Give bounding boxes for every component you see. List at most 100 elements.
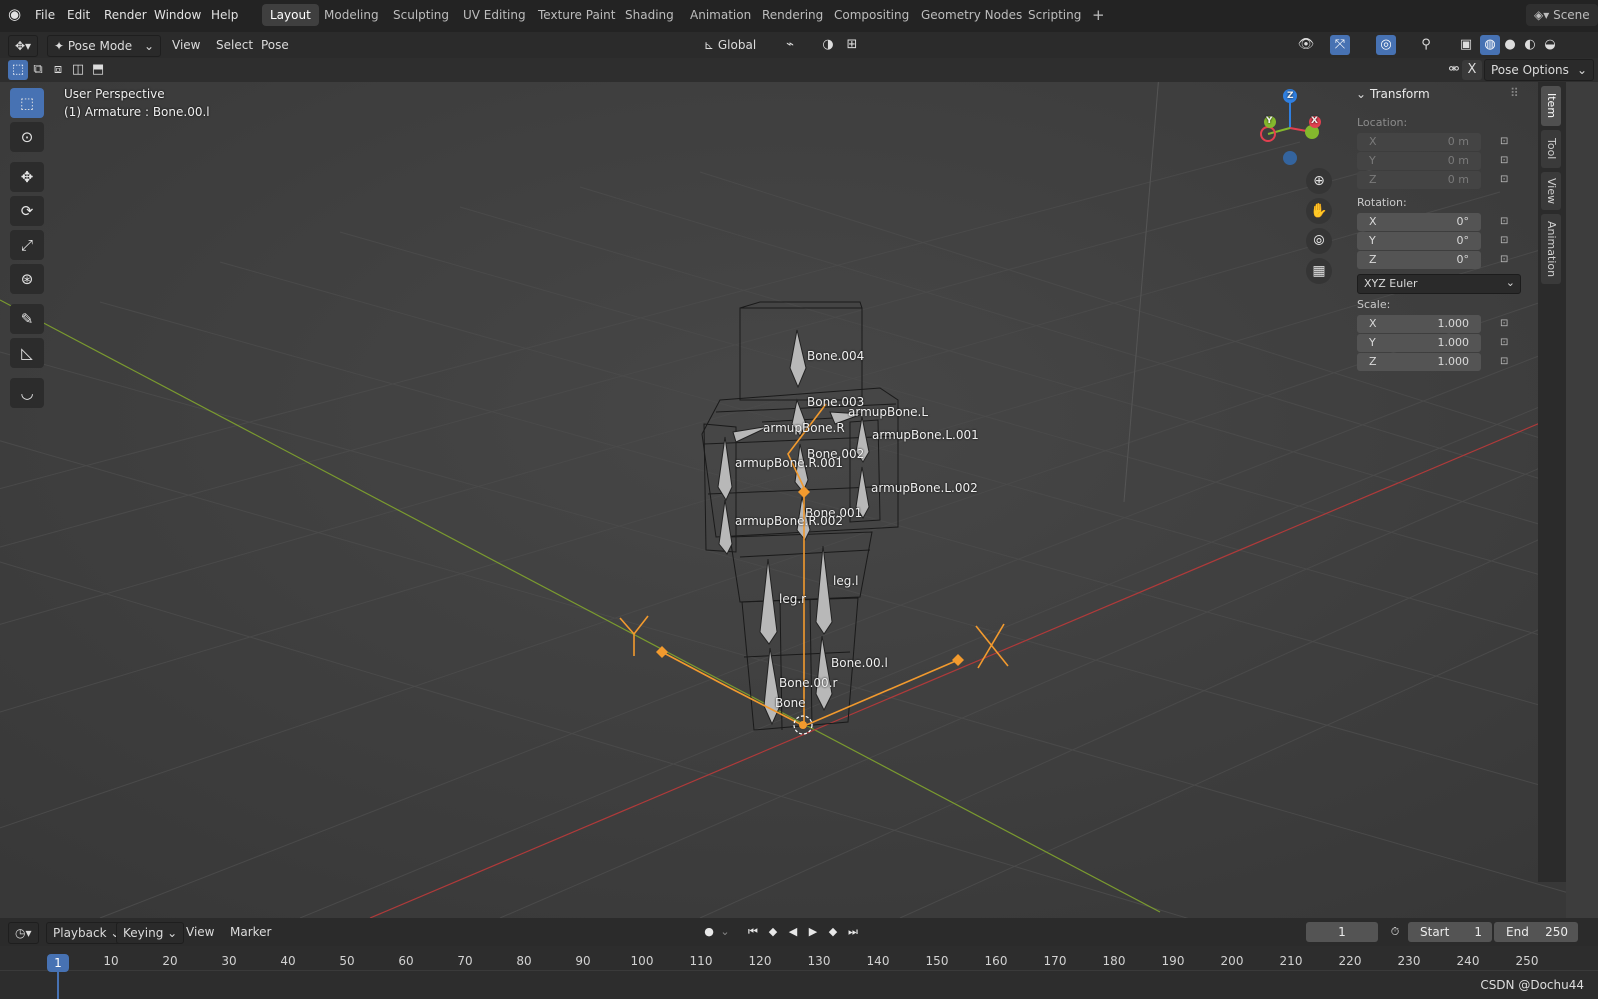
menu-render[interactable]: Render — [104, 8, 147, 22]
tab-scripting[interactable]: Scripting — [1020, 4, 1089, 26]
rendered-shading-icon[interactable]: ◒ — [1540, 35, 1560, 55]
select-box-icon[interactable]: ⬚ — [8, 60, 28, 80]
x-mirror-button[interactable]: X — [1462, 60, 1482, 80]
menu-edit[interactable]: Edit — [67, 8, 90, 22]
wireframe-shading-icon[interactable]: ◍ — [1480, 35, 1500, 55]
lock-icon[interactable]: ⊡ — [1500, 356, 1512, 368]
editor-type-icon[interactable]: ✥▾ — [8, 35, 39, 57]
rotation-x-field[interactable]: X 0° — [1357, 213, 1481, 231]
tab-sculpting[interactable]: Sculpting — [385, 4, 457, 26]
gizmo-toggle-icon[interactable]: ⤧ — [1330, 35, 1350, 55]
tab-texture-paint[interactable]: Texture Paint — [530, 4, 623, 26]
playhead-line[interactable] — [57, 972, 59, 999]
menu-window[interactable]: Window — [154, 8, 201, 22]
menu-pose[interactable]: Pose — [255, 35, 295, 55]
scale-tool-icon[interactable]: ⤢ — [10, 230, 44, 260]
tab-rendering[interactable]: Rendering — [754, 4, 831, 26]
select-subtract-icon[interactable]: ⧈ — [48, 60, 68, 80]
cursor-tool-icon[interactable]: ⊙ — [10, 122, 44, 152]
scale-x-field[interactable]: X 1.000 — [1357, 315, 1481, 333]
rotation-y-field[interactable]: Y 0° — [1357, 232, 1481, 250]
select-extend-icon[interactable]: ⧉ — [28, 60, 48, 80]
snap-target-icon[interactable]: ⊞ — [842, 35, 862, 55]
timeline-view-menu[interactable]: View — [180, 922, 220, 942]
tab-item[interactable]: Item — [1541, 86, 1561, 126]
pose-options-dropdown[interactable]: Pose Options ⌄ — [1484, 59, 1594, 81]
jump-end-icon[interactable]: ⏭ — [844, 923, 862, 941]
zoom-icon[interactable]: ⊕ — [1306, 168, 1332, 194]
tab-modeling[interactable]: Modeling — [316, 4, 387, 26]
pan-hand-icon[interactable]: ✋ — [1306, 198, 1332, 224]
scale-y-field[interactable]: Y 1.000 — [1357, 334, 1481, 352]
play-reverse-icon[interactable]: ◀ — [784, 923, 802, 941]
visibility-icon[interactable]: 👁 — [1296, 35, 1316, 55]
measure-tool-icon[interactable]: ◺ — [10, 338, 44, 368]
ortho-grid-icon[interactable]: ▦ — [1306, 258, 1332, 284]
scale-z-field[interactable]: Z 1.000 — [1357, 353, 1481, 371]
gizmo-y-label[interactable]: Y — [1266, 116, 1273, 126]
rotation-mode-dropdown[interactable]: XYZ Euler ⌄ — [1357, 274, 1521, 294]
camera-icon[interactable]: ⦾ — [1306, 228, 1332, 254]
drag-handle-icon[interactable]: ⠿ — [1510, 86, 1519, 100]
tab-view[interactable]: View — [1541, 172, 1561, 210]
bone-overlay-icon[interactable]: ⚲ — [1416, 35, 1436, 55]
play-icon[interactable]: ▶ — [804, 923, 822, 941]
tab-animation[interactable]: Animation — [682, 4, 759, 26]
lock-icon[interactable]: ⊡ — [1500, 337, 1512, 349]
xray-icon[interactable]: ▣ — [1456, 35, 1476, 55]
annotate-tool-icon[interactable]: ✎ — [10, 304, 44, 334]
pivot-icon[interactable]: ⌁ — [780, 35, 800, 55]
mode-dropdown[interactable]: ✦ Pose Mode ⌄ — [47, 35, 161, 57]
lock-icon[interactable]: ⊡ — [1500, 136, 1512, 148]
select-intersect-icon[interactable]: ⬒ — [88, 60, 108, 80]
location-z-field[interactable]: Z 0 m — [1357, 171, 1481, 189]
timeline-ruler[interactable]: 10 20 30 40 50 60 70 80 90 100 110 120 1… — [0, 946, 1598, 999]
gizmo-z-label[interactable]: Z — [1287, 91, 1294, 101]
menu-view[interactable]: View — [166, 35, 206, 55]
keying-menu[interactable]: Keying ⌄ — [116, 922, 185, 944]
location-x-field[interactable]: X 0 m — [1357, 133, 1481, 151]
move-tool-icon[interactable]: ✥ — [10, 162, 44, 192]
lock-icon[interactable]: ⊡ — [1500, 155, 1512, 167]
collapse-chevron-icon[interactable]: ⌄ — [1356, 87, 1366, 101]
overlay-toggle-icon[interactable]: ◎ — [1376, 35, 1396, 55]
tab-tool[interactable]: Tool — [1541, 130, 1561, 168]
timeline-editor-icon[interactable]: ◷▾ — [8, 922, 39, 944]
transform-tool-icon[interactable]: ⊛ — [10, 264, 44, 294]
stopwatch-icon[interactable]: ⏱ — [1386, 923, 1404, 941]
playhead-label[interactable]: 1 — [47, 954, 69, 972]
relax-pose-tool-icon[interactable]: ◡ — [10, 378, 44, 408]
menu-help[interactable]: Help — [211, 8, 238, 22]
prev-keyframe-icon[interactable]: ◆ — [764, 923, 782, 941]
tab-layout[interactable]: Layout — [262, 4, 319, 26]
orientation-dropdown[interactable]: ⊾ Global ⌄ — [698, 35, 776, 72]
material-shading-icon[interactable]: ◐ — [1520, 35, 1540, 55]
end-frame-field[interactable]: End 250 — [1494, 922, 1578, 942]
scene-selector[interactable]: ◈▾ Scene — [1526, 4, 1598, 26]
tab-compositing[interactable]: Compositing — [826, 4, 917, 26]
rotate-tool-icon[interactable]: ⟳ — [10, 196, 44, 226]
lock-icon[interactable]: ⊡ — [1500, 318, 1512, 330]
tab-animation[interactable]: Animation — [1541, 214, 1561, 284]
tab-uv-editing[interactable]: UV Editing — [455, 4, 534, 26]
marker-menu[interactable]: Marker — [224, 922, 277, 942]
select-tool-icon[interactable]: ⬚ — [10, 88, 44, 118]
mirror-icon[interactable]: ⚮ — [1444, 60, 1464, 80]
keying-chevron-icon[interactable]: ⌄ — [716, 923, 734, 941]
3d-viewport[interactable]: User Perspective (1) Armature : Bone.00.… — [0, 82, 1566, 918]
lock-icon[interactable]: ⊡ — [1500, 174, 1512, 186]
tab-shading[interactable]: Shading — [617, 4, 682, 26]
lock-icon[interactable]: ⊡ — [1500, 235, 1512, 247]
next-keyframe-icon[interactable]: ◆ — [824, 923, 842, 941]
select-invert-icon[interactable]: ◫ — [68, 60, 88, 80]
snap-icon[interactable]: ◑ — [818, 35, 838, 55]
blender-logo-icon[interactable]: ◉ — [8, 5, 21, 23]
start-frame-field[interactable]: Start 1 — [1408, 922, 1492, 942]
gizmo-x-label[interactable]: X — [1311, 116, 1318, 126]
menu-select[interactable]: Select — [210, 35, 259, 55]
tab-geometry-nodes[interactable]: Geometry Nodes — [913, 4, 1030, 26]
lock-icon[interactable]: ⊡ — [1500, 254, 1512, 266]
rotation-z-field[interactable]: Z 0° — [1357, 251, 1481, 269]
current-frame-field[interactable]: 1 — [1306, 922, 1378, 942]
lock-icon[interactable]: ⊡ — [1500, 216, 1512, 228]
